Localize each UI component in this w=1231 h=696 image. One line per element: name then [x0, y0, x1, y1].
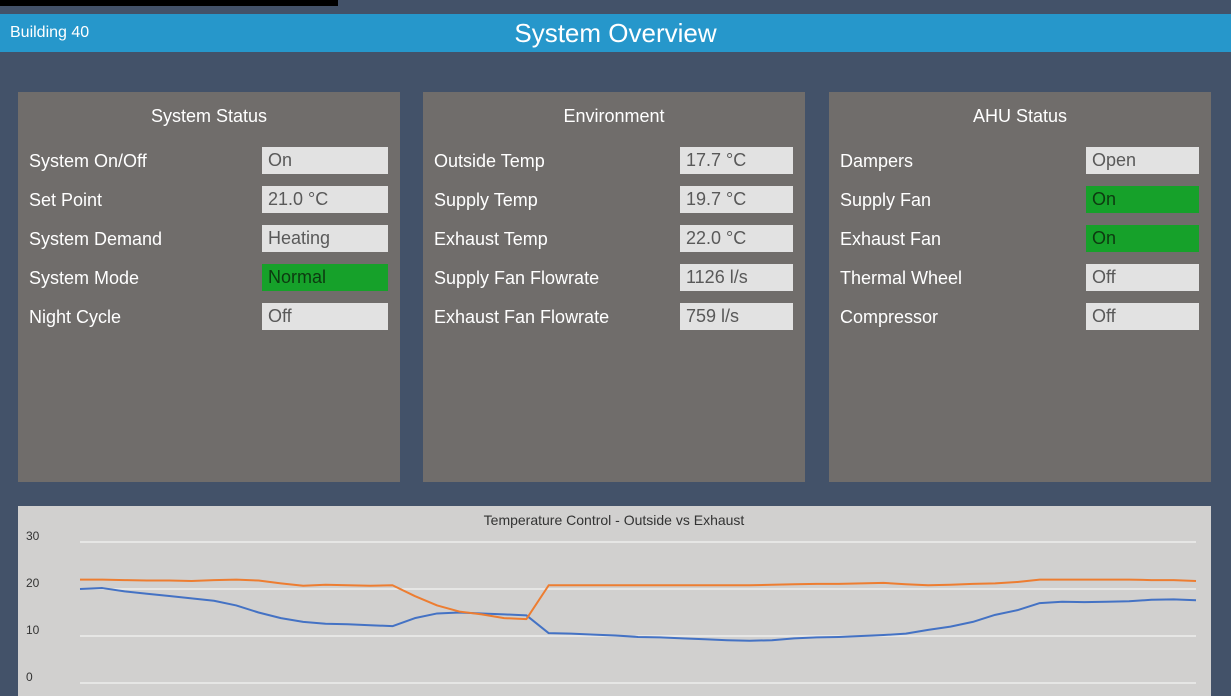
row-label: Supply Temp: [434, 190, 538, 210]
env-row-exhaust-flow: Exhaust Fan Flowrate 759 l/s: [434, 303, 794, 331]
compressor-value[interactable]: Off: [1086, 303, 1199, 330]
status-row-night-cycle: Night Cycle Off: [29, 303, 389, 331]
env-row-exhaust-temp: Exhaust Temp 22.0 °C: [434, 225, 794, 253]
ahu-status-panel: AHU Status Dampers Open Supply Fan On Ex…: [829, 92, 1211, 482]
page-title: System Overview: [514, 18, 717, 48]
system-on-off-value[interactable]: On: [262, 147, 388, 174]
night-cycle-value[interactable]: Off: [262, 303, 388, 330]
outside-temp-series-line: [79, 587, 1197, 642]
supply-temp-value: 19.7 °C: [680, 186, 793, 213]
row-label: Outside Temp: [434, 151, 545, 171]
row-label: Exhaust Fan Flowrate: [434, 307, 610, 327]
supply-fan-value[interactable]: On: [1086, 186, 1199, 213]
exhaust-temp-series-line: [80, 578, 1197, 621]
environment-panel: Environment Outside Temp 17.7 °C Supply …: [423, 92, 805, 482]
row-label: Night Cycle: [29, 307, 122, 327]
row-label: Exhaust Fan: [840, 229, 942, 249]
row-label: Dampers: [840, 151, 914, 171]
window-strip: [0, 0, 338, 6]
system-status-panel: System Status System On/Off On Set Point…: [18, 92, 400, 482]
row-label: System Demand: [29, 229, 163, 249]
row-label: Supply Fan: [840, 190, 932, 210]
ahu-row-exhaust-fan: Exhaust Fan On: [840, 225, 1200, 253]
y-tick-label: 30: [26, 529, 40, 543]
temperature-chart-panel: Temperature Control - Outside vs Exhaust…: [18, 506, 1211, 696]
row-label: System Mode: [29, 268, 140, 288]
row-label: Thermal Wheel: [840, 268, 963, 288]
system-demand-value[interactable]: Heating: [262, 225, 388, 252]
status-row-demand: System Demand Heating: [29, 225, 389, 253]
supply-flowrate-value: 1126 l/s: [680, 264, 793, 291]
ahu-row-supply-fan: Supply Fan On: [840, 186, 1200, 214]
y-tick-label: 20: [26, 576, 40, 590]
panel-title: AHU Status: [972, 106, 1068, 126]
exhaust-flowrate-value: 759 l/s: [680, 303, 793, 330]
ahu-row-compressor: Compressor Off: [840, 303, 1200, 331]
y-tick-label: 0: [26, 670, 33, 684]
ahu-row-dampers: Dampers Open: [840, 147, 1200, 175]
temperature-chart: Temperature Control - Outside vs Exhaust…: [26, 512, 1197, 684]
env-row-supply-flow: Supply Fan Flowrate 1126 l/s: [434, 264, 794, 292]
env-row-outside-temp: Outside Temp 17.7 °C: [434, 147, 794, 175]
thermal-wheel-value[interactable]: Off: [1086, 264, 1199, 291]
ahu-row-thermal-wheel: Thermal Wheel Off: [840, 264, 1200, 292]
header-bar: Building 40 System Overview: [0, 14, 1231, 52]
row-label: Set Point: [29, 190, 103, 210]
exhaust-fan-value[interactable]: On: [1086, 225, 1199, 252]
exhaust-temp-value: 22.0 °C: [680, 225, 793, 252]
env-row-supply-temp: Supply Temp 19.7 °C: [434, 186, 794, 214]
panel-title: System Status: [150, 106, 268, 126]
system-mode-value[interactable]: Normal: [262, 264, 388, 291]
status-row-on-off: System On/Off On: [29, 147, 389, 175]
outside-temp-value: 17.7 °C: [680, 147, 793, 174]
status-row-set-point: Set Point 21.0 °C: [29, 186, 389, 214]
row-label: Exhaust Temp: [434, 229, 548, 249]
row-label: Supply Fan Flowrate: [434, 268, 600, 288]
panel-title: Environment: [563, 106, 665, 126]
row-label: Compressor: [840, 307, 939, 327]
dampers-value[interactable]: Open: [1086, 147, 1199, 174]
status-row-mode: System Mode Normal: [29, 264, 389, 292]
set-point-value[interactable]: 21.0 °C: [262, 186, 388, 213]
y-tick-label: 10: [26, 623, 40, 637]
chart-title: Temperature Control - Outside vs Exhaust: [484, 512, 745, 528]
row-label: System On/Off: [29, 151, 147, 171]
